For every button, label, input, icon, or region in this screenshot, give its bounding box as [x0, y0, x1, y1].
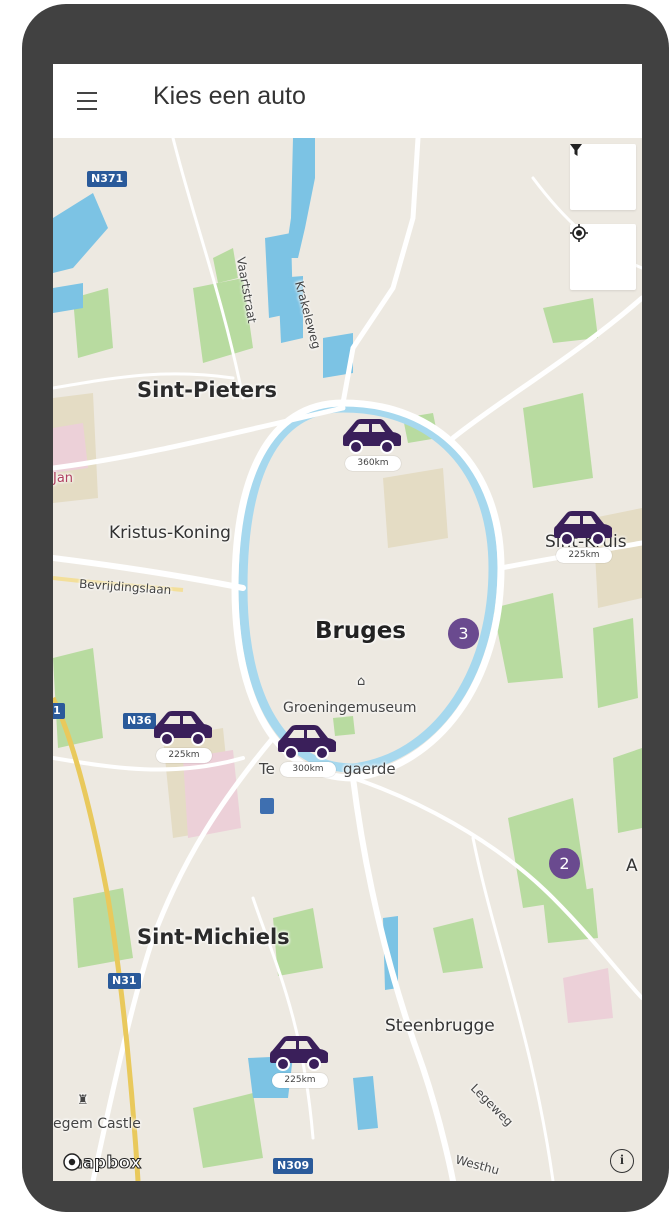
car-marker[interactable]: 225km: [150, 708, 216, 768]
road-shield: N371: [87, 171, 128, 187]
place-label: Sint-Pieters: [137, 378, 277, 402]
car-range-label: 300km: [280, 762, 336, 777]
place-label: Groeningemuseum: [283, 700, 417, 716]
car-icon: [270, 1036, 328, 1071]
place-label: A: [626, 856, 638, 876]
phone-mockup: Kies een auto N371 N36 1 N31 N309 Vaarts…: [0, 0, 669, 1219]
car-range-label: 360km: [345, 456, 401, 471]
locate-button[interactable]: [570, 224, 636, 290]
place-label: Kristus-Koning: [109, 523, 231, 543]
place-label: Bruges: [315, 618, 407, 644]
car-icon: [278, 725, 336, 760]
filter-icon: [570, 144, 582, 156]
app-bar: Kies een auto: [53, 64, 642, 138]
car-marker[interactable]: 225km: [550, 508, 616, 568]
my-location-icon: [570, 224, 588, 242]
map-canvas: [53, 138, 642, 1181]
place-label: gaerde: [343, 760, 396, 778]
place-label: Sint-Michiels: [137, 925, 290, 949]
place-label: Steenbrugge: [385, 1016, 495, 1036]
car-cluster-marker[interactable]: 2: [549, 848, 580, 879]
car-marker[interactable]: 360km: [339, 416, 405, 476]
car-range-label: 225km: [156, 748, 212, 763]
hamburger-menu-icon[interactable]: [71, 86, 103, 116]
place-label: Jan: [53, 471, 74, 486]
car-marker[interactable]: 300km: [274, 722, 340, 782]
road-shield: 1: [53, 703, 65, 719]
place-label: egem Castle: [53, 1116, 141, 1132]
car-cluster-marker[interactable]: 3: [448, 618, 479, 649]
car-icon: [343, 419, 401, 454]
car-range-label: 225km: [556, 548, 612, 563]
app-screen: Kies een auto N371 N36 1 N31 N309 Vaarts…: [53, 64, 642, 1181]
place-label: Te: [259, 760, 275, 778]
page-title: Kies een auto: [153, 82, 306, 110]
map-view[interactable]: N371 N36 1 N31 N309 Vaartstraat Krakelew…: [53, 138, 642, 1181]
info-icon[interactable]: i: [610, 1149, 634, 1173]
car-marker[interactable]: 225km: [266, 1033, 332, 1093]
road-shield: N309: [273, 1158, 314, 1174]
mapbox-logo[interactable]: mapbox: [63, 1153, 142, 1174]
filter-button[interactable]: [570, 144, 636, 210]
mapbox-logo-icon: [63, 1153, 81, 1171]
car-range-label: 225km: [272, 1073, 328, 1088]
museum-icon: ⌂: [357, 674, 366, 689]
car-icon: [154, 711, 212, 746]
castle-icon: ♜: [77, 1093, 89, 1108]
road-shield: N31: [108, 973, 141, 989]
car-icon: [554, 511, 612, 546]
